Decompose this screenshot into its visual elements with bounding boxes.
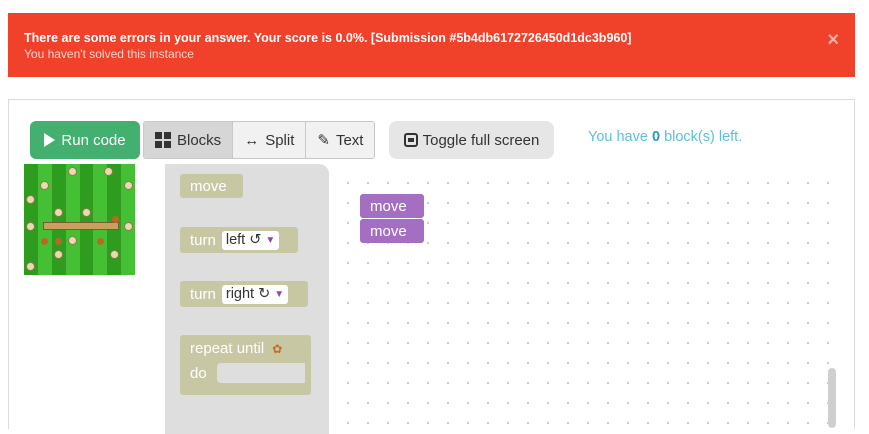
maze-path <box>43 222 119 230</box>
blocks-mode-button[interactable]: Blocks <box>144 122 234 158</box>
workspace-move-label: move <box>370 222 407 240</box>
dropdown-arrow-icon: ▼ <box>274 288 285 300</box>
bug-icon <box>26 195 35 204</box>
turn-right-dropdown[interactable]: right ↻ ▼ <box>221 284 289 304</box>
repeat-do-label: do <box>190 364 207 382</box>
toggle-fullscreen-label: Toggle full screen <box>422 131 540 149</box>
grid-icon <box>155 132 171 148</box>
blocks-left-count: 0 <box>651 129 661 145</box>
run-code-label: Run code <box>61 131 126 149</box>
turn-right-label: turn <box>190 285 216 303</box>
alert-title: There are some errors in your answer. Yo… <box>24 31 632 45</box>
repeat-do-slot <box>216 363 305 383</box>
toolbox-move-block[interactable]: move <box>180 174 243 198</box>
play-icon <box>44 133 56 147</box>
workspace-move-block[interactable]: move <box>360 219 424 243</box>
turn-left-label: turn <box>190 231 216 249</box>
close-icon[interactable]: × <box>827 29 839 52</box>
repeat-do-row: do <box>190 363 305 383</box>
toolbox-repeat-until-block[interactable]: repeat until ✿ do <box>180 335 311 395</box>
toolbox-turn-right-block[interactable]: turn right ↻ ▼ <box>180 281 308 307</box>
blocks-left-prefix: You have <box>588 129 652 145</box>
sunflower-icon <box>55 238 62 245</box>
run-code-button[interactable]: Run code <box>30 121 140 159</box>
bug-icon <box>68 236 77 245</box>
text-mode-button[interactable]: ✎ Text <box>306 122 375 158</box>
workspace-scrollbar[interactable] <box>828 368 836 428</box>
bug-icon <box>26 262 35 271</box>
pencil-icon: ✎ <box>317 132 330 149</box>
split-mode-label: Split <box>265 131 295 149</box>
arrows-horizontal-icon: ↔ <box>244 131 260 149</box>
error-alert: There are some errors in your answer. Yo… <box>8 13 855 77</box>
workspace-move-block[interactable]: move <box>360 194 424 218</box>
workspace-move-label: move <box>370 197 407 215</box>
sunflower-icon: ✿ <box>272 341 283 356</box>
repeat-until-label: repeat until <box>190 340 265 357</box>
bug-icon <box>54 208 63 217</box>
turn-left-dropdown[interactable]: left ↺ ▼ <box>221 230 280 250</box>
dropdown-arrow-icon: ▼ <box>265 234 276 246</box>
split-mode-button[interactable]: ↔ Split <box>233 122 307 158</box>
fullscreen-icon <box>403 133 418 147</box>
blocks-left-status: You have 0 block(s) left. <box>588 129 742 145</box>
alert-subtitle: You haven't solved this instance <box>24 47 194 61</box>
bug-icon <box>124 222 133 231</box>
bug-icon <box>124 181 133 190</box>
repeat-until-row: repeat until ✿ <box>190 340 282 357</box>
bug-icon <box>110 250 119 259</box>
bug-icon <box>104 167 113 176</box>
blocks-mode-label: Blocks <box>177 131 222 149</box>
sunflower-icon <box>41 238 48 245</box>
editor-panel: Run code Blocks ↔ Split ✎ Text Toggle fu… <box>8 99 855 434</box>
turn-right-value: right ↻ <box>225 286 271 302</box>
sunflower-icon <box>112 216 119 223</box>
bug-icon <box>68 167 77 176</box>
blocks-left-suffix: block(s) left. <box>660 129 743 145</box>
sunflower-icon <box>97 238 104 245</box>
toolbox-turn-left-block[interactable]: turn left ↺ ▼ <box>180 227 298 253</box>
bug-icon <box>54 250 63 259</box>
block-workspace[interactable]: move move <box>329 164 839 434</box>
bug-icon <box>26 222 35 231</box>
view-mode-group: Blocks ↔ Split ✎ Text <box>143 121 376 159</box>
bug-icon <box>82 208 91 217</box>
maze-preview <box>24 164 135 275</box>
bug-icon <box>40 181 49 190</box>
turn-left-value: left ↺ <box>225 232 262 248</box>
block-toolbox: move turn left ↺ ▼ turn right ↻ ▼ repeat u… <box>165 164 329 434</box>
toggle-fullscreen-button[interactable]: Toggle full screen <box>389 121 554 159</box>
text-mode-label: Text <box>335 131 364 149</box>
move-block-label: move <box>190 177 227 195</box>
